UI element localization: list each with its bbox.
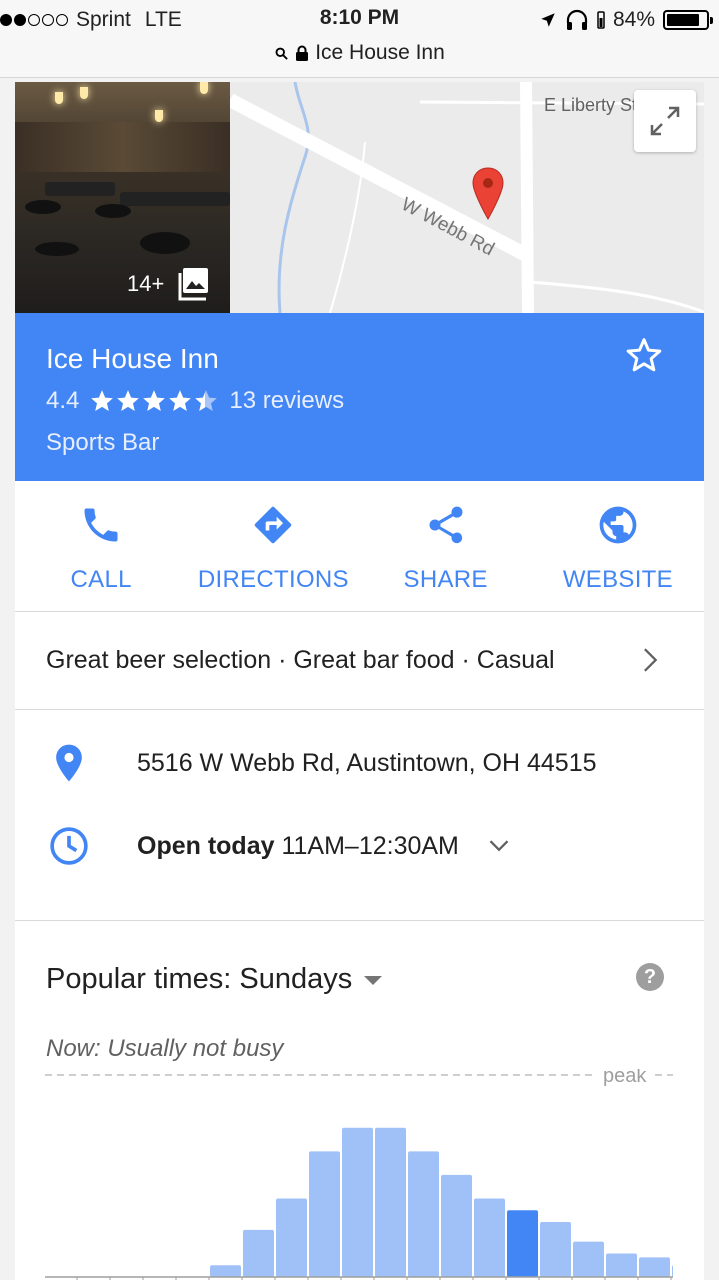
chart-bar[interactable] bbox=[375, 1127, 406, 1277]
chart-bar[interactable] bbox=[210, 1265, 241, 1277]
star-full-icon bbox=[143, 390, 166, 411]
call-label: CALL bbox=[70, 566, 132, 593]
hours-range: 11AM–12:30AM bbox=[281, 831, 459, 860]
chevron-down-icon[interactable] bbox=[485, 832, 513, 860]
rating-row[interactable]: 4.4 13 reviews bbox=[46, 387, 704, 415]
battery-charging-icon bbox=[597, 11, 605, 29]
star-full-icon bbox=[91, 390, 114, 411]
directions-label: DIRECTIONS bbox=[197, 566, 349, 593]
map-canvas: E Liberty St W Webb Rd bbox=[226, 82, 704, 313]
attributes-text: Great beer selection · Great bar food · … bbox=[46, 646, 555, 674]
place-category: Sports Bar bbox=[46, 429, 160, 456]
star-full-icon bbox=[169, 390, 192, 411]
chevron-right-icon bbox=[644, 648, 658, 672]
place-card: 14+ E Liberty St W Webb Rd Ice House Inn… bbox=[15, 82, 704, 1280]
expand-map-button[interactable] bbox=[634, 90, 696, 152]
info-section: 5516 W Webb Rd, Austintown, OH 44515 Ope… bbox=[15, 710, 704, 921]
popular-times-day-selector[interactable]: Popular times: Sundays bbox=[46, 963, 383, 996]
website-button[interactable]: WEBSITE bbox=[532, 481, 704, 611]
battery-icon bbox=[663, 10, 713, 30]
chart-bar[interactable] bbox=[507, 1210, 538, 1277]
chart-bar[interactable] bbox=[540, 1222, 571, 1277]
chart-bar[interactable] bbox=[408, 1151, 439, 1277]
headphones-icon bbox=[566, 9, 588, 30]
address-text: 5516 W Webb Rd, Austintown, OH 44515 bbox=[137, 748, 597, 777]
hours-status: Open today bbox=[137, 831, 275, 860]
popular-times-section: Popular times: Sundays ? Now: Usually no… bbox=[15, 921, 704, 1280]
chart-bar[interactable] bbox=[243, 1229, 274, 1277]
save-star-icon[interactable] bbox=[624, 335, 664, 375]
location-pin-icon bbox=[56, 744, 82, 782]
review-count-link[interactable]: 13 reviews bbox=[229, 387, 344, 415]
status-right: 84% bbox=[539, 6, 713, 34]
phone-icon bbox=[84, 508, 118, 542]
chart-bar[interactable] bbox=[606, 1253, 637, 1277]
globe-icon bbox=[599, 506, 637, 544]
map-preview[interactable]: E Liberty St W Webb Rd bbox=[226, 82, 704, 313]
popular-times-chart: peak9a12p3p6p9p12a bbox=[45, 1069, 673, 1280]
place-header: Ice House Inn 4.4 13 reviews Sports Bar bbox=[15, 313, 704, 481]
rating-value: 4.4 bbox=[46, 387, 80, 414]
share-icon bbox=[429, 506, 463, 544]
website-label: WEBSITE bbox=[562, 566, 673, 593]
fullscreen-icon bbox=[650, 106, 680, 136]
media-strip: 14+ E Liberty St W Webb Rd bbox=[15, 82, 704, 313]
attributes-row[interactable]: Great beer selection · Great bar food · … bbox=[15, 612, 704, 710]
peak-label: peak bbox=[603, 1069, 647, 1087]
star-full-icon bbox=[117, 390, 140, 411]
action-bar: CALL DIRECTIONS SHARE WEBSITE bbox=[15, 481, 704, 612]
hours-row[interactable]: Open today 11AM–12:30AM bbox=[15, 824, 513, 868]
chart-bar[interactable] bbox=[441, 1174, 472, 1277]
map-label-liberty: E Liberty St bbox=[544, 95, 637, 115]
lock-icon bbox=[296, 45, 309, 61]
battery-percentage: 84% bbox=[612, 8, 655, 31]
rating-stars bbox=[89, 388, 219, 414]
place-title: Ice House Inn bbox=[46, 343, 219, 374]
location-arrow-icon bbox=[541, 13, 555, 27]
star-partial-icon bbox=[195, 390, 218, 411]
chart-bar[interactable] bbox=[573, 1241, 604, 1277]
share-button[interactable]: SHARE bbox=[360, 481, 532, 611]
clock-icon bbox=[50, 827, 88, 865]
chart-bar[interactable] bbox=[672, 1265, 673, 1277]
dropdown-caret-icon bbox=[364, 976, 383, 985]
photo-count-overlay[interactable]: 14+ bbox=[127, 267, 210, 301]
address-row[interactable]: 5516 W Webb Rd, Austintown, OH 44515 bbox=[15, 741, 597, 785]
chart-bar[interactable] bbox=[276, 1198, 307, 1277]
chart-bar[interactable] bbox=[309, 1151, 340, 1277]
current-busyness: Now: Usually not busy bbox=[46, 1035, 284, 1062]
url-text: Ice House Inn bbox=[315, 41, 445, 64]
search-icon bbox=[275, 47, 288, 60]
directions-button[interactable]: DIRECTIONS bbox=[187, 481, 359, 611]
help-icon[interactable]: ? bbox=[636, 963, 664, 991]
photo-count: 14+ bbox=[127, 271, 165, 296]
share-label: SHARE bbox=[403, 566, 488, 593]
place-photo[interactable]: 14+ bbox=[15, 82, 230, 313]
status-bar: Sprint LTE 8:10 PM 84% Ice House Inn bbox=[0, 0, 719, 78]
photo-gallery-icon bbox=[178, 268, 209, 301]
call-button[interactable]: CALL bbox=[15, 481, 187, 611]
chart-bar[interactable] bbox=[474, 1198, 505, 1277]
address-bar[interactable]: Ice House Inn bbox=[0, 38, 719, 68]
directions-icon bbox=[255, 506, 292, 544]
chart-bar[interactable] bbox=[639, 1257, 670, 1277]
chart-bar[interactable] bbox=[342, 1127, 373, 1277]
popular-times-title: Popular times: Sundays bbox=[46, 963, 353, 995]
